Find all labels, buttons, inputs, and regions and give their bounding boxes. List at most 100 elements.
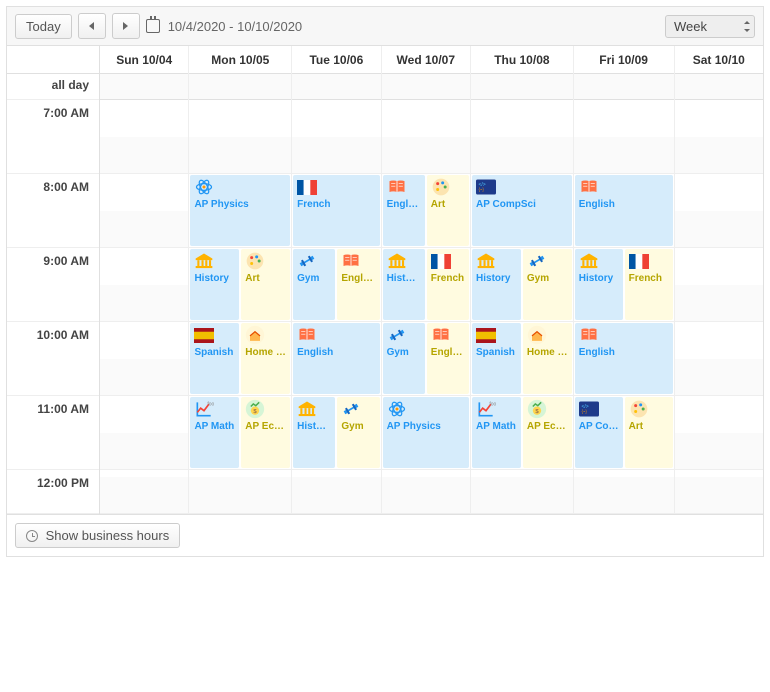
hour-cell[interactable] — [100, 174, 188, 248]
event[interactable]: English — [337, 249, 379, 320]
event[interactable]: English — [427, 323, 469, 394]
code-icon: </>{~} — [579, 399, 599, 419]
event[interactable]: </>{~}AP CompSci — [472, 175, 572, 246]
event[interactable]: $AP Econ — [523, 397, 572, 468]
hour-cell[interactable] — [100, 248, 188, 322]
event-title: English — [297, 347, 375, 359]
event[interactable]: Art — [427, 175, 469, 246]
allday-cell[interactable] — [675, 74, 763, 100]
hour-cell[interactable]: fooAP Math$AP Econ — [471, 396, 573, 470]
hour-cell[interactable]: HistoryFrench — [574, 248, 674, 322]
event[interactable]: History — [190, 249, 239, 320]
hour-cell[interactable] — [100, 396, 188, 470]
event[interactable]: Gym — [337, 397, 379, 468]
hour-cell[interactable]: GymEnglish — [292, 248, 380, 322]
event[interactable]: History — [293, 397, 335, 468]
hour-cell[interactable] — [675, 470, 763, 514]
allday-cell[interactable] — [574, 74, 674, 100]
bank-icon — [297, 399, 317, 419]
show-business-hours-button[interactable]: Show business hours — [15, 523, 180, 548]
hour-cell[interactable]: English — [574, 174, 674, 248]
event[interactable]: Gym — [383, 323, 425, 394]
day-header[interactable]: Sat 10/10 — [675, 46, 763, 74]
hour-cell[interactable] — [189, 100, 291, 174]
hour-cell[interactable] — [100, 322, 188, 396]
hour-cell[interactable]: </>{~}AP CompSciArt — [574, 396, 674, 470]
event-title: English — [431, 347, 465, 359]
calendar-icon[interactable] — [146, 19, 160, 33]
event[interactable]: English — [293, 323, 379, 394]
event[interactable]: Spanish — [190, 323, 239, 394]
day-header[interactable]: Tue 10/06 — [292, 46, 380, 74]
hour-cell[interactable]: French — [292, 174, 380, 248]
prev-button[interactable] — [78, 13, 106, 39]
event[interactable]: French — [293, 175, 379, 246]
hour-cell[interactable] — [100, 100, 188, 174]
hour-cell[interactable] — [675, 322, 763, 396]
event[interactable]: English — [383, 175, 425, 246]
hour-cell[interactable]: English — [574, 322, 674, 396]
event[interactable]: French — [625, 249, 673, 320]
day-header[interactable]: Thu 10/08 — [471, 46, 573, 74]
day-header[interactable]: Sun 10/04 — [100, 46, 188, 74]
event[interactable]: Art — [241, 249, 290, 320]
hour-cell[interactable] — [292, 470, 380, 514]
day-header[interactable]: Mon 10/05 — [189, 46, 291, 74]
event[interactable]: English — [575, 323, 673, 394]
hour-cell[interactable]: SpanishHome Ec — [189, 322, 291, 396]
allday-cell[interactable] — [471, 74, 573, 100]
hour-cell[interactable] — [675, 174, 763, 248]
hour-cell[interactable] — [574, 470, 674, 514]
hour-cell[interactable]: </>{~}AP CompSci — [471, 174, 573, 248]
event[interactable]: Gym — [293, 249, 335, 320]
event[interactable]: fooAP Math — [190, 397, 239, 468]
event[interactable]: $AP Econ — [241, 397, 290, 468]
hour-cell[interactable] — [675, 248, 763, 322]
hour-cell[interactable] — [292, 100, 380, 174]
event[interactable]: History — [575, 249, 623, 320]
event[interactable]: </>{~}AP CompSci — [575, 397, 623, 468]
hour-cell[interactable]: HistoryFrench — [382, 248, 470, 322]
event[interactable]: History — [383, 249, 425, 320]
allday-cell[interactable] — [189, 74, 291, 100]
event[interactable]: Gym — [523, 249, 572, 320]
hour-cell[interactable]: EnglishArt — [382, 174, 470, 248]
event[interactable]: Art — [625, 397, 673, 468]
event[interactable]: AP Physics — [383, 397, 469, 468]
event[interactable]: Spanish — [472, 323, 521, 394]
allday-cell[interactable] — [382, 74, 470, 100]
hour-cell[interactable]: English — [292, 322, 380, 396]
event[interactable]: Home Ec — [241, 323, 290, 394]
hour-cell[interactable]: HistoryGym — [471, 248, 573, 322]
allday-cell[interactable] — [292, 74, 380, 100]
hour-cell[interactable]: HistoryGym — [292, 396, 380, 470]
event[interactable]: AP Physics — [190, 175, 290, 246]
hour-cell[interactable] — [675, 396, 763, 470]
event[interactable]: English — [575, 175, 673, 246]
hour-cell[interactable]: Gym English — [382, 322, 470, 396]
today-button[interactable]: Today — [15, 14, 72, 39]
event[interactable]: French — [427, 249, 469, 320]
hour-cell[interactable]: fooAP Math$AP Econ — [189, 396, 291, 470]
hour-cell[interactable] — [382, 100, 470, 174]
hour-cell[interactable] — [471, 100, 573, 174]
hour-cell[interactable]: SpanishHome Ec — [471, 322, 573, 396]
next-button[interactable] — [112, 13, 140, 39]
allday-cell[interactable] — [100, 74, 188, 100]
hour-cell[interactable] — [675, 100, 763, 174]
hour-cell[interactable]: HistoryArt — [189, 248, 291, 322]
hour-cell[interactable] — [574, 100, 674, 174]
hour-cell[interactable] — [471, 470, 573, 514]
day-header[interactable]: Fri 10/09 — [574, 46, 674, 74]
hour-cell[interactable]: AP Physics — [382, 396, 470, 470]
hour-cell[interactable] — [382, 470, 470, 514]
hour-cell[interactable] — [189, 470, 291, 514]
hour-cell[interactable]: AP Physics — [189, 174, 291, 248]
view-select[interactable]: Week — [665, 15, 755, 38]
hour-cell[interactable] — [100, 470, 188, 514]
day-header[interactable]: Wed 10/07 — [382, 46, 470, 74]
svg-text:{~}: {~} — [581, 409, 587, 414]
event[interactable]: History — [472, 249, 521, 320]
event[interactable]: fooAP Math — [472, 397, 521, 468]
event[interactable]: Home Ec — [523, 323, 572, 394]
